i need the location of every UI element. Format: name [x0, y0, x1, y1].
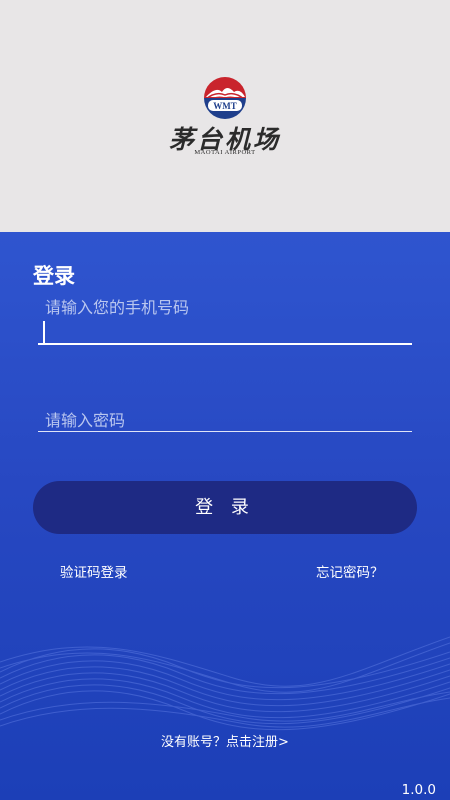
- header: WMT 茅台机场 MAOTAI AIRPORT: [0, 0, 450, 232]
- phone-input-placeholder: 请输入您的手机号码: [45, 298, 190, 317]
- logo-name-en: MAOTAI AIRPORT: [194, 149, 256, 156]
- register-link[interactable]: 没有账号？点击注册>: [0, 731, 450, 750]
- password-input-underline: [38, 431, 412, 432]
- forgot-password-link[interactable]: 忘记密码？: [316, 561, 384, 581]
- login-panel: 登录 请输入您的手机号码 请输入密码 登 录 验证码登录 忘记密码？ 没有账号？…: [0, 232, 450, 800]
- login-button[interactable]: 登 录: [33, 481, 417, 534]
- airport-logo: WMT 茅台机场 MAOTAI AIRPORT: [150, 76, 300, 166]
- app-version: 1.0.0: [401, 782, 436, 798]
- text-cursor: [43, 321, 45, 343]
- logo-badge-text: WMT: [213, 101, 237, 111]
- login-title: 登录: [33, 264, 75, 288]
- airport-logo-icon: WMT: [204, 77, 246, 119]
- password-input-placeholder: 请输入密码: [45, 411, 126, 430]
- phone-input-underline: [38, 343, 412, 345]
- wave-decoration: [0, 636, 450, 731]
- sms-login-link[interactable]: 验证码登录: [60, 561, 128, 581]
